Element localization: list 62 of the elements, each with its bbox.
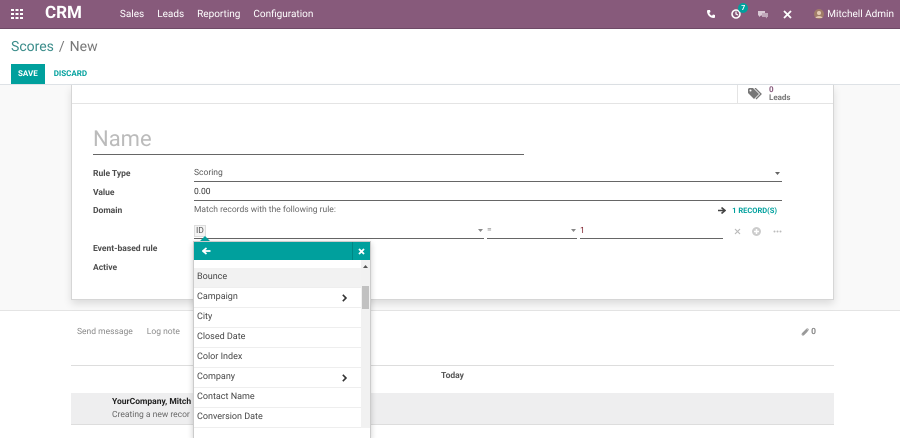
scrollbar-track[interactable] xyxy=(361,260,370,428)
leads-stat-button[interactable]: 0 Leads xyxy=(737,85,833,103)
breadcrumb-link[interactable]: Scores xyxy=(11,37,54,58)
field-label: Rule Type xyxy=(93,168,132,181)
stat-value: 0 xyxy=(769,86,775,94)
save-button[interactable]: SAVE xyxy=(11,64,45,84)
field-option[interactable]: Closed Date xyxy=(194,328,361,348)
phone-icon[interactable] xyxy=(707,10,716,18)
date-divider: Today xyxy=(441,370,464,383)
domain-description: Match records with the following rule: xyxy=(194,204,336,217)
app-title[interactable]: CRM xyxy=(45,1,82,27)
rule-type-select[interactable]: Scoring xyxy=(194,165,782,182)
delete-icon[interactable] xyxy=(734,228,741,234)
message-author: YourCompany, Mitch xyxy=(112,396,192,408)
close-icon[interactable] xyxy=(358,248,365,254)
attachments-button[interactable]: 0 xyxy=(801,326,816,338)
name-field[interactable]: Name xyxy=(93,125,524,155)
caret-icon xyxy=(775,172,780,174)
chevron-right-icon xyxy=(342,374,347,382)
field-path-select[interactable]: ID xyxy=(194,223,484,239)
value-field[interactable]: 0.00 xyxy=(194,184,782,200)
log-note-button[interactable]: Log note xyxy=(146,326,180,338)
field-option[interactable]: City xyxy=(194,308,361,328)
user-name[interactable]: Mitchell Admin xyxy=(827,6,894,22)
breadcrumb-separator: / xyxy=(58,38,65,57)
more-icon[interactable] xyxy=(773,230,782,232)
chat-icon[interactable] xyxy=(757,10,770,18)
send-message-button[interactable]: Send message xyxy=(77,326,133,338)
back-arrow-icon[interactable] xyxy=(202,247,211,255)
field-option[interactable]: Company xyxy=(194,368,361,388)
operator-select[interactable]: = xyxy=(487,223,577,239)
arrow-right-icon xyxy=(718,207,726,214)
caret-icon xyxy=(571,229,576,232)
caret-icon xyxy=(478,229,483,232)
stat-label: Leads xyxy=(769,94,791,102)
menu-item[interactable]: Reporting xyxy=(197,6,240,22)
field-option[interactable]: Color Index xyxy=(194,348,361,368)
field-label: Event-based rule xyxy=(93,243,158,256)
apps-grid-icon[interactable] xyxy=(11,9,23,19)
clock-icon[interactable] xyxy=(731,9,742,19)
scroll-up-icon xyxy=(363,265,368,268)
tags-icon xyxy=(748,88,763,100)
breadcrumb-current: New xyxy=(70,38,98,57)
field-label: Active xyxy=(93,262,118,274)
discard-button[interactable]: DISCARD xyxy=(54,64,88,84)
field-option[interactable]: Conversion Date xyxy=(194,408,361,428)
add-icon[interactable] xyxy=(752,226,761,236)
field-option[interactable]: Contact Name xyxy=(194,388,361,408)
field-option[interactable]: Bounce xyxy=(194,268,361,288)
paperclip-icon xyxy=(801,328,810,336)
avatar-icon[interactable] xyxy=(814,9,824,19)
field-label: Value xyxy=(93,186,116,200)
domain-value-field[interactable]: 1 xyxy=(580,223,723,239)
menu-item[interactable]: Sales xyxy=(120,6,144,22)
chevron-right-icon xyxy=(342,294,347,302)
message-body: Creating a new recor xyxy=(112,409,190,421)
tools-icon[interactable] xyxy=(783,10,792,18)
menu-item[interactable]: Configuration xyxy=(253,6,314,22)
menu-item[interactable]: Leads xyxy=(157,6,184,22)
field-label: Domain xyxy=(93,205,124,218)
field-option[interactable]: Campaign xyxy=(194,288,361,308)
scrollbar-thumb[interactable] xyxy=(362,286,369,309)
